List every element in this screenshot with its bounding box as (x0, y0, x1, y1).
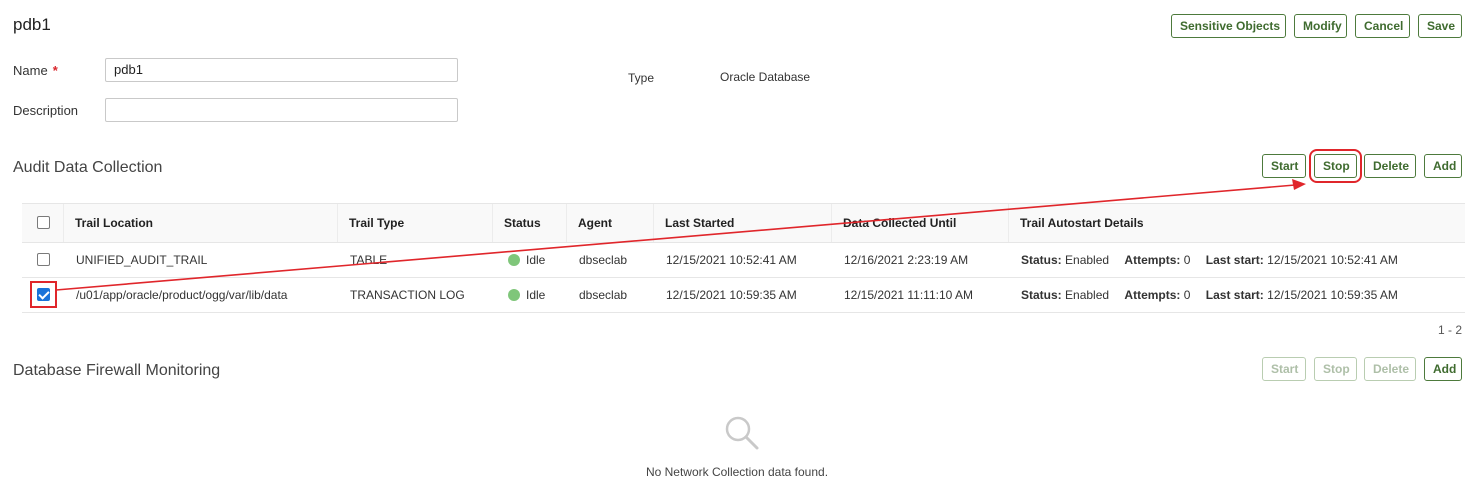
description-field[interactable] (105, 98, 458, 122)
agent: dbseclab (579, 288, 628, 302)
last-started: 12/15/2021 10:59:35 AM (666, 288, 797, 302)
page-title: pdb1 (13, 15, 51, 34)
name-label: Name * (13, 63, 58, 78)
firewall-delete-button[interactable]: Delete (1364, 357, 1416, 381)
select-all-cell (22, 204, 64, 242)
column-header-last-started[interactable]: Last Started (654, 204, 832, 242)
trail-autostart-details: Status: Enabled Attempts: 0 Last start: … (1021, 288, 1398, 302)
firewall-stop-button[interactable]: Stop (1314, 357, 1357, 381)
save-button[interactable]: Save (1418, 14, 1462, 38)
data-collected-until: 12/16/2021 2:23:19 AM (844, 253, 969, 267)
checkbox-highlight (30, 281, 57, 308)
autostart-last-start: 12/15/2021 10:59:35 AM (1267, 288, 1398, 302)
table-row[interactable]: /u01/app/oracle/product/ogg/var/lib/data… (22, 278, 1465, 313)
name-field[interactable]: pdb1 (105, 58, 458, 82)
column-header-trail-type[interactable]: Trail Type (338, 204, 493, 242)
type-label: Type (628, 71, 655, 85)
status-dot-icon (508, 254, 520, 266)
trail-location: UNIFIED_AUDIT_TRAIL (76, 253, 208, 267)
status-dot-icon (508, 289, 520, 301)
cancel-button[interactable]: Cancel (1355, 14, 1410, 38)
search-icon (725, 416, 759, 450)
table-row[interactable]: UNIFIED_AUDIT_TRAIL TABLE Idle dbseclab … (22, 243, 1465, 278)
autostart-last-start: 12/15/2021 10:52:41 AM (1267, 253, 1398, 267)
autostart-status: Enabled (1065, 288, 1110, 302)
column-header-trail-autostart-details[interactable]: Trail Autostart Details (1009, 204, 1465, 242)
last-started: 12/15/2021 10:52:41 AM (666, 253, 797, 267)
column-header-data-collected-until[interactable]: Data Collected Until (832, 204, 1009, 242)
firewall-start-button[interactable]: Start (1262, 357, 1306, 381)
column-header-status[interactable]: Status (493, 204, 567, 242)
column-header-trail-location[interactable]: Trail Location (64, 204, 338, 242)
autostart-status: Enabled (1065, 253, 1110, 267)
audit-add-button[interactable]: Add (1424, 154, 1462, 178)
agent: dbseclab (579, 253, 628, 267)
trail-type: TRANSACTION LOG (350, 288, 465, 302)
trail-autostart-details: Status: Enabled Attempts: 0 Last start: … (1021, 253, 1398, 267)
sensitive-objects-button[interactable]: Sensitive Objects (1171, 14, 1286, 38)
audit-section-title: Audit Data Collection (13, 159, 163, 176)
data-collected-until: 12/15/2021 11:11:10 AM (844, 288, 973, 302)
empty-message: No Network Collection data found. (645, 465, 829, 479)
audit-start-button[interactable]: Start (1262, 154, 1306, 178)
required-marker: * (52, 63, 58, 78)
trail-location: /u01/app/oracle/product/ogg/var/lib/data (76, 288, 288, 302)
select-all-checkbox[interactable] (37, 216, 50, 229)
trail-type: TABLE (350, 253, 388, 267)
modify-button[interactable]: Modify (1294, 14, 1347, 38)
audit-stop-button[interactable]: Stop (1309, 149, 1362, 183)
firewall-section-title: Database Firewall Monitoring (13, 362, 221, 379)
audit-delete-button[interactable]: Delete (1364, 154, 1416, 178)
status-cell: Idle (496, 278, 545, 312)
autostart-attempts: 0 (1183, 288, 1191, 302)
firewall-add-button[interactable]: Add (1424, 357, 1462, 381)
column-header-agent[interactable]: Agent (567, 204, 654, 242)
pagination-info: 1 - 2 (1437, 323, 1462, 337)
status-cell: Idle (496, 243, 545, 277)
table-header: Trail Location Trail Type Status Agent L… (22, 203, 1465, 243)
row-checkbox[interactable] (37, 253, 50, 266)
description-label: Description (13, 103, 79, 118)
autostart-attempts: 0 (1183, 253, 1191, 267)
type-value: Oracle Database (720, 70, 811, 84)
